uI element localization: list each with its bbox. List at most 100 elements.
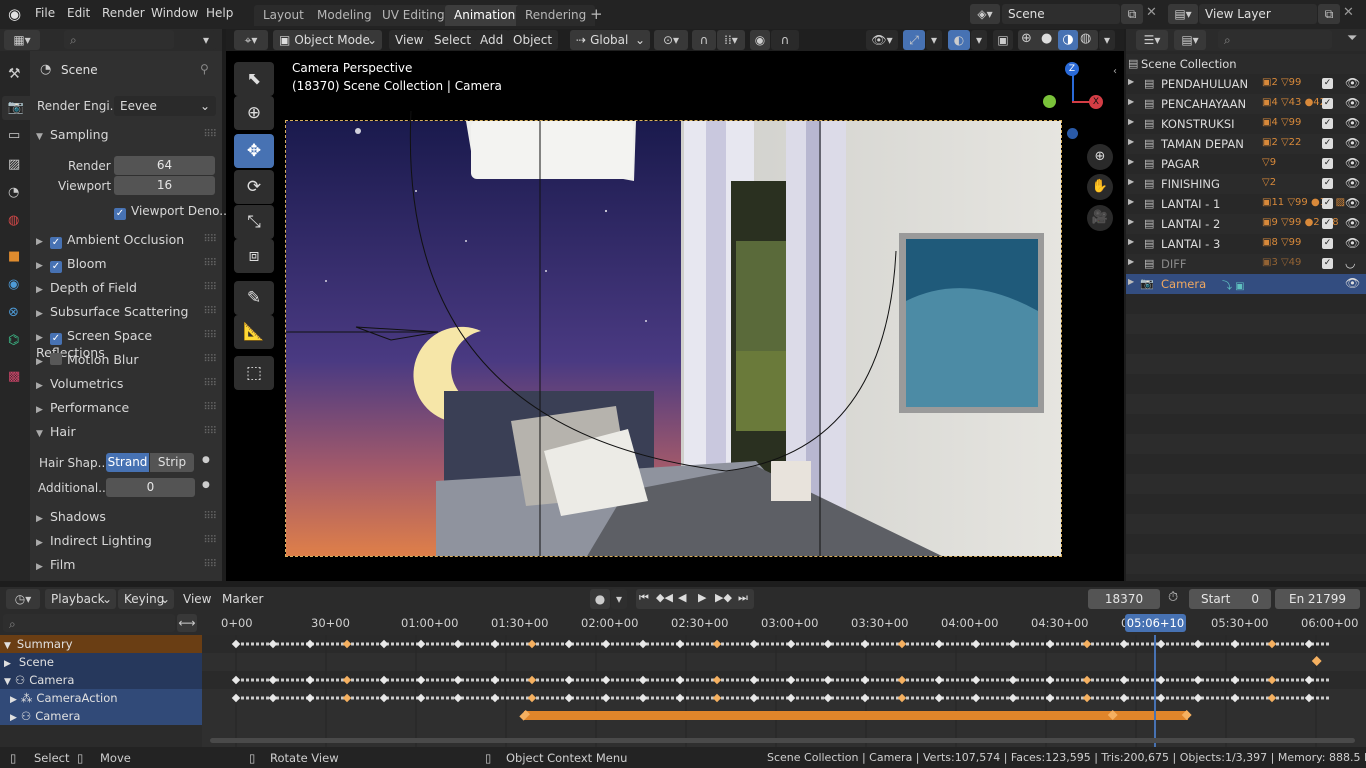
jump-start-icon[interactable]: ⏮	[639, 591, 649, 605]
keyframe-diamond[interactable]	[712, 693, 722, 703]
keyframe-diamond[interactable]	[305, 675, 315, 685]
render-engine-dropdown[interactable]: Eevee ⌄	[114, 96, 216, 116]
keyframe-diamond[interactable]	[638, 693, 648, 703]
view-layer-name-field[interactable]: View Layer	[1199, 4, 1317, 24]
keyframe-diamond[interactable]	[342, 693, 352, 703]
delete-view-layer-icon[interactable]: ✕	[1343, 5, 1354, 20]
keyframe-diamond[interactable]	[1008, 675, 1018, 685]
keyframe-diamond[interactable]	[1230, 639, 1240, 649]
xray-toggle-icon[interactable]: ▣	[993, 30, 1013, 50]
menu-add[interactable]: Add	[474, 30, 510, 50]
scene-tab-icon[interactable]: ◔	[8, 185, 19, 200]
keyframe-diamond[interactable]	[823, 675, 833, 685]
visibility-eye-icon[interactable]: 👁	[1345, 196, 1360, 210]
viewport-samples-field[interactable]: 16	[114, 176, 215, 195]
keyframe-diamond[interactable]	[527, 639, 537, 649]
visibility-eye-icon[interactable]: 👁	[1345, 156, 1360, 170]
channel-scene[interactable]: ▶ Scene	[0, 653, 202, 671]
visibility-eye-icon[interactable]: ◡	[1345, 256, 1355, 270]
keyframe-diamond[interactable]	[934, 693, 944, 703]
expand-arrow-icon[interactable]: ▶	[1128, 137, 1134, 146]
expand-arrow-icon[interactable]: ▶	[1128, 237, 1134, 246]
tab-uv-editing[interactable]: UV Editing	[373, 5, 454, 26]
constraints-tab-icon[interactable]: ⊗	[8, 305, 19, 320]
keyframe-diamond[interactable]	[268, 693, 278, 703]
keyframe-diamond[interactable]	[1304, 639, 1314, 649]
keyframe-diamond[interactable]	[786, 675, 796, 685]
expand-arrow-icon[interactable]: ▶	[1128, 97, 1134, 106]
play-reverse-icon[interactable]: ◀	[678, 591, 686, 604]
gizmo-options-icon[interactable]: ▾	[926, 30, 942, 50]
keyframe-diamond[interactable]	[1267, 693, 1277, 703]
wireframe-shading-icon[interactable]: ⊕	[1021, 31, 1032, 46]
keyframe-diamond[interactable]	[1156, 693, 1166, 703]
keyframe-diamond[interactable]	[1119, 693, 1129, 703]
keyframe-diamond[interactable]	[342, 639, 352, 649]
expand-arrow-icon[interactable]: ▶	[1128, 117, 1134, 126]
pin-icon[interactable]: ⚲	[200, 62, 209, 76]
outliner-row-collection[interactable]: ▶ ▤ LANTAI - 2 ▣9 ▽99 ●2 ▨8 ✓ 👁	[1126, 214, 1366, 234]
menu-render[interactable]: Render	[102, 6, 145, 20]
tab-animation[interactable]: Animation	[445, 5, 525, 26]
keyframe-diamond[interactable]	[268, 675, 278, 685]
keyframe-diamond[interactable]	[823, 639, 833, 649]
menu-file[interactable]: File	[35, 6, 55, 20]
panel-bloom[interactable]: ▶ ✓ Bloom ⠿⠿	[36, 256, 222, 279]
keyframe-diamond[interactable]	[897, 639, 907, 649]
visibility-eye-icon[interactable]: 👁	[1345, 176, 1360, 190]
auto-keying-options-icon[interactable]: ▾	[611, 589, 627, 609]
playhead-indicator[interactable]: 05:06+10	[1125, 614, 1186, 632]
keyframe-diamond[interactable]	[527, 675, 537, 685]
menu-help[interactable]: Help	[206, 6, 233, 20]
panel-hair[interactable]: ▼ Hair ⠿⠿	[36, 424, 222, 447]
keyframe-diamond[interactable]	[416, 675, 426, 685]
keyframe-diamond[interactable]	[1082, 675, 1092, 685]
keyframe-diamond[interactable]	[1304, 675, 1314, 685]
new-scene-icon[interactable]: ⧉	[1121, 4, 1143, 24]
tab-modeling[interactable]: Modeling	[308, 5, 381, 26]
scene-selector-icon[interactable]: ◈▾	[970, 4, 1000, 24]
gizmo-toggle-icon[interactable]: ⤢	[903, 30, 925, 50]
keyframe-diamond[interactable]	[749, 675, 759, 685]
overlays-options-icon[interactable]: ▾	[971, 30, 987, 50]
outliner-filter-icon[interactable]: ⏷	[1347, 31, 1357, 46]
blender-logo-icon[interactable]: ◉	[8, 5, 21, 23]
keyframe-diamond[interactable]	[638, 675, 648, 685]
panel-film[interactable]: ▶ Film ⠿⠿	[36, 557, 222, 580]
panel-indirect-lighting[interactable]: ▶ Indirect Lighting ⠿⠿	[36, 533, 222, 556]
keyframe-diamond[interactable]	[1119, 675, 1129, 685]
menu-object[interactable]: Object	[507, 30, 559, 50]
snap-icon[interactable]: ∩	[692, 30, 716, 50]
panel-screen-space-reflections[interactable]: ▶ ✓ Screen Space Reflections ⠿⠿	[36, 328, 222, 360]
panel-subsurface-scattering[interactable]: ▶ Subsurface Scattering ⠿⠿	[36, 304, 222, 327]
sidebar-toggle-icon[interactable]: ‹	[1113, 66, 1117, 77]
visibility-selector-icon[interactable]: 👁▾	[866, 30, 898, 50]
keyframe-diamond[interactable]	[712, 675, 722, 685]
play-icon[interactable]: ▶	[698, 591, 706, 604]
outliner-row-collection[interactable]: ▶ ▤ DIFF ▣3 ▽49 ✓ ◡	[1126, 254, 1366, 274]
expand-arrow-icon[interactable]: ▶	[1128, 197, 1134, 206]
timeline-marker-menu[interactable]: Marker	[222, 592, 263, 606]
physics-tab-icon[interactable]: ◉	[8, 277, 19, 292]
keyframe-diamond[interactable]	[342, 675, 352, 685]
tab-rendering[interactable]: Rendering	[516, 5, 596, 26]
outliner-row-collection[interactable]: ▶ ▤ LANTAI - 1 ▣11 ▽99 ●15 ▨ ✓ 👁	[1126, 194, 1366, 214]
keyframe-diamond[interactable]	[231, 693, 241, 703]
hair-shape-keyframe-dot[interactable]: ●	[202, 455, 210, 465]
render-tab-icon[interactable]: 📷	[2, 96, 30, 120]
menu-select[interactable]: Select	[428, 30, 478, 50]
keyframe-diamond[interactable]	[1156, 639, 1166, 649]
keyframe-diamond[interactable]	[1156, 675, 1166, 685]
exclude-checkbox[interactable]: ✓	[1322, 218, 1333, 229]
gizmo-neg-y-axis-dot[interactable]	[1067, 128, 1078, 139]
timeline-view-menu[interactable]: View	[183, 592, 211, 606]
keyframe-diamond[interactable]	[860, 639, 870, 649]
channel-filter-icon[interactable]: ⟷	[177, 614, 197, 632]
material-shading-icon[interactable]: ◑	[1058, 30, 1078, 50]
keyframe-diamond[interactable]	[971, 693, 981, 703]
keyframe-diamond[interactable]	[675, 639, 685, 649]
keyframe-diamond[interactable]	[453, 675, 463, 685]
keyframe-diamond[interactable]	[231, 675, 241, 685]
keyframe-diamond[interactable]	[564, 693, 574, 703]
editor-type-icon[interactable]: ▦▾	[4, 30, 40, 50]
